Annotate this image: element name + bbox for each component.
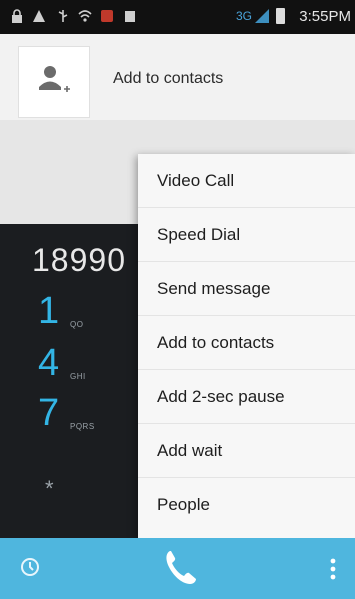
- menu-item-people[interactable]: People: [138, 478, 355, 532]
- menu-item-send-message[interactable]: Send message: [138, 262, 355, 316]
- call-icon[interactable]: [163, 549, 197, 587]
- menu-item-add-pause[interactable]: Add 2-sec pause: [138, 370, 355, 424]
- dial-key-7[interactable]: 7: [38, 392, 59, 435]
- add-to-contacts-label: Add to contacts: [113, 70, 224, 87]
- warning-icon: [32, 9, 46, 23]
- dial-key-star[interactable]: *: [45, 476, 54, 502]
- menu-item-speed-dial[interactable]: Speed Dial: [138, 208, 355, 262]
- signal-icon: [255, 9, 269, 23]
- add-contact-icon: [39, 66, 70, 92]
- status-time: 3:55PM: [299, 8, 351, 25]
- notification-icon: [100, 9, 114, 23]
- lock-icon: [10, 9, 24, 23]
- dial-key-4[interactable]: 4: [38, 342, 59, 385]
- dial-key-4-letters: GHI: [70, 372, 86, 381]
- dial-key-7-letters: PQRS: [70, 422, 95, 431]
- dialed-number[interactable]: 18990: [32, 242, 126, 279]
- status-bar: 3G 3:55PM: [0, 0, 355, 34]
- usb-icon: [56, 9, 70, 23]
- battery-icon: [276, 8, 285, 24]
- add-to-contacts-row[interactable]: Add to contacts: [0, 34, 355, 121]
- history-icon[interactable]: [20, 557, 40, 577]
- menu-item-video-call[interactable]: Video Call: [138, 154, 355, 208]
- dial-key-1[interactable]: 1: [38, 290, 59, 333]
- dial-key-1-letters: QO: [70, 320, 84, 329]
- wifi-icon: [78, 9, 92, 23]
- avatar: [18, 46, 90, 118]
- overflow-menu: Video Call Speed Dial Send message Add t…: [138, 154, 355, 538]
- action-bar: [0, 538, 355, 599]
- menu-item-add-wait[interactable]: Add wait: [138, 424, 355, 478]
- overflow-menu-icon[interactable]: [330, 558, 336, 580]
- menu-item-add-to-contacts[interactable]: Add to contacts: [138, 316, 355, 370]
- network-type: 3G: [235, 9, 252, 23]
- sd-card-icon: [123, 9, 137, 23]
